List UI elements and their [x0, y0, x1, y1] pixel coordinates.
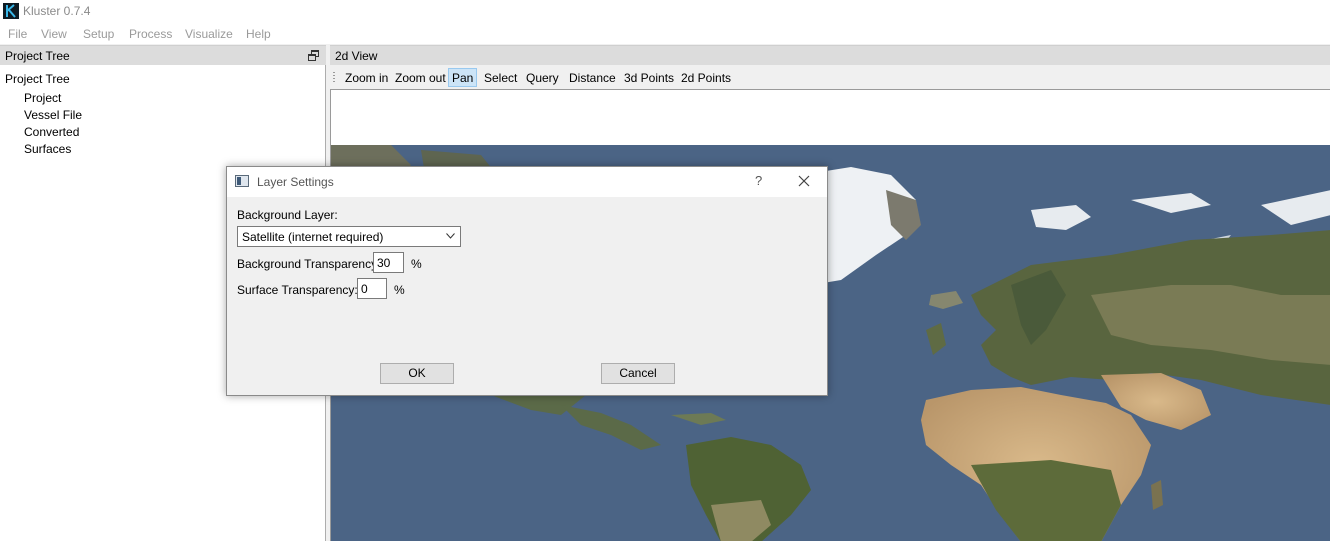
tree-root[interactable]: Project Tree: [5, 72, 70, 86]
background-layer-label: Background Layer:: [237, 208, 338, 222]
background-transparency-label: Background Transparency:: [237, 257, 381, 271]
map-toolbar: Zoom in Zoom out Pan Select Query Distan…: [330, 65, 1330, 89]
window-title: Kluster 0.7.4: [23, 4, 91, 18]
project-tree-dock-title: Project Tree: [5, 49, 70, 63]
2d-points-button[interactable]: 2d Points: [677, 68, 735, 87]
distance-button[interactable]: Distance: [565, 68, 620, 87]
ok-button[interactable]: OK: [380, 363, 454, 384]
chevron-down-icon: [446, 233, 455, 239]
tree-item-vessel-file[interactable]: Vessel File: [24, 108, 82, 122]
menu-bar: File View Setup Process Visualize Help: [0, 22, 1330, 44]
dialog-title: Layer Settings: [257, 175, 334, 189]
3d-points-button[interactable]: 3d Points: [620, 68, 678, 87]
menu-process[interactable]: Process: [129, 27, 172, 41]
cancel-button[interactable]: Cancel: [601, 363, 675, 384]
background-transparency-value: 30: [377, 256, 391, 270]
zoom-in-button[interactable]: Zoom in: [341, 68, 392, 87]
kluster-logo-icon: [3, 3, 19, 19]
menu-file[interactable]: File: [8, 27, 27, 41]
tree-item-surfaces[interactable]: Surfaces: [24, 142, 71, 156]
close-icon[interactable]: [797, 174, 811, 188]
dialog-title-bar[interactable]: Layer Settings ?: [227, 167, 827, 197]
tree-item-project[interactable]: Project: [24, 91, 61, 105]
background-layer-value: Satellite (internet required): [242, 230, 384, 244]
help-button[interactable]: ?: [755, 173, 762, 188]
tree-item-converted[interactable]: Converted: [24, 125, 79, 139]
surface-transparency-input[interactable]: 0: [357, 278, 387, 299]
surface-transparency-value: 0: [361, 282, 368, 296]
menu-view[interactable]: View: [41, 27, 67, 41]
surface-transparency-unit: %: [394, 283, 405, 297]
zoom-out-button[interactable]: Zoom out: [391, 68, 450, 87]
title-bar: Kluster 0.7.4: [0, 0, 1330, 22]
float-dock-icon[interactable]: [308, 50, 319, 61]
2d-view-dock-header[interactable]: 2d View: [330, 45, 1330, 65]
menu-help[interactable]: Help: [246, 27, 271, 41]
kluster-window: Kluster 0.7.4 File View Setup Process Vi…: [0, 0, 1330, 541]
project-tree-dock-header[interactable]: Project Tree: [0, 45, 326, 65]
layer-settings-dialog: Layer Settings ? Background Layer: Satel…: [226, 166, 828, 396]
dialog-window-icon: [235, 175, 249, 187]
background-layer-dropdown[interactable]: Satellite (internet required): [237, 226, 461, 247]
query-button[interactable]: Query: [522, 68, 563, 87]
surface-transparency-label: Surface Transparency:: [237, 283, 358, 297]
toolbar-grip-handle[interactable]: [333, 72, 335, 83]
pan-button[interactable]: Pan: [448, 68, 478, 87]
2d-view-dock-title: 2d View: [335, 49, 378, 63]
background-transparency-unit: %: [411, 257, 422, 271]
select-button[interactable]: Select: [480, 68, 521, 87]
background-transparency-input[interactable]: 30: [373, 252, 404, 273]
menu-visualize[interactable]: Visualize: [185, 27, 233, 41]
menu-setup[interactable]: Setup: [83, 27, 114, 41]
